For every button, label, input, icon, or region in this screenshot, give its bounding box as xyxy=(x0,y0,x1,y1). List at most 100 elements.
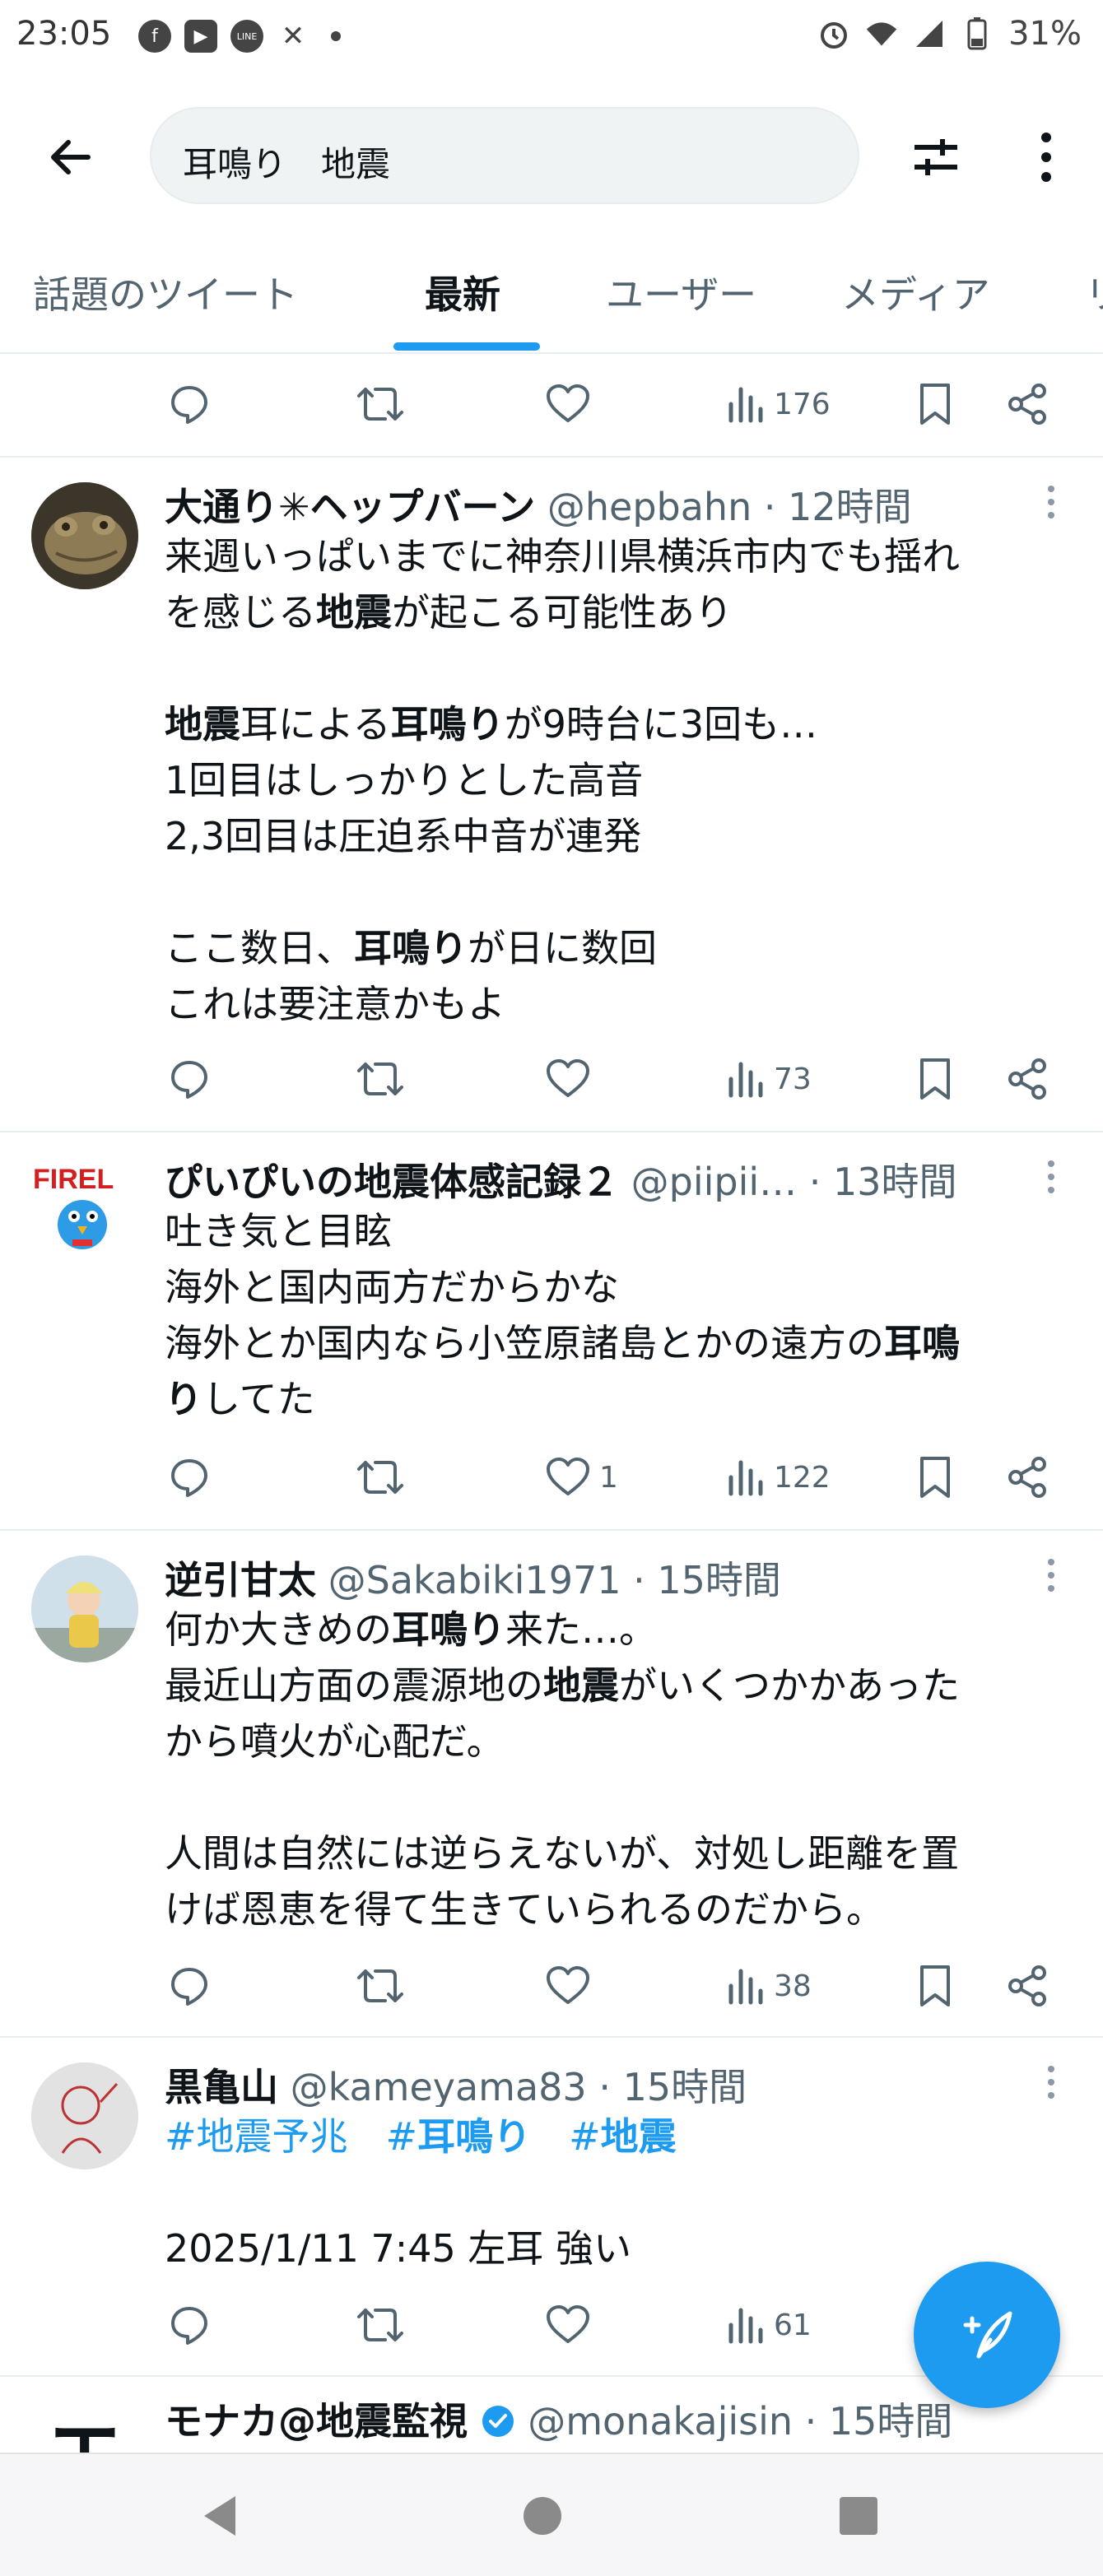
search-tabs: 話題のツイート 最新 ユーザー メディア リ xyxy=(0,247,1103,354)
reply-button[interactable] xyxy=(168,1440,211,1514)
author-name[interactable]: モナカ@地震監視 xyxy=(165,2399,468,2441)
tweet-text-segment: 2,3回目は圧迫系中音が連発 xyxy=(165,814,642,858)
hashtag-link[interactable]: 耳鳴り xyxy=(417,2114,531,2159)
share-button[interactable] xyxy=(1006,1042,1049,1116)
views-count: 38 xyxy=(774,1969,812,2003)
share-button[interactable] xyxy=(1006,367,1049,441)
hashtag-link[interactable]: # xyxy=(569,2114,601,2159)
avatar[interactable]: FIREL xyxy=(31,1157,138,1264)
hashtag-link[interactable]: #地震予兆 xyxy=(165,2114,348,2159)
views-button[interactable]: 73 xyxy=(728,1042,812,1116)
tab-top[interactable]: 話題のツイート xyxy=(33,265,298,319)
tweet-menu-button[interactable] xyxy=(1039,1152,1063,1202)
tweet-text-line: 2,3回目は圧迫系中音が連発 xyxy=(165,808,1070,864)
views-button[interactable]: 38 xyxy=(728,1949,812,2023)
avatar[interactable] xyxy=(31,2062,138,2169)
nav-back-button[interactable] xyxy=(183,2479,257,2553)
like-button[interactable]: 1 xyxy=(545,1440,618,1514)
reply-button[interactable] xyxy=(168,1949,211,2023)
highlighted-keyword: 地震 xyxy=(165,702,240,746)
retweet-button[interactable] xyxy=(356,2288,405,2362)
reply-icon xyxy=(171,1968,207,2006)
retweet-button[interactable] xyxy=(356,1440,405,1514)
nav-home-button[interactable] xyxy=(505,2479,579,2553)
author-handle[interactable]: @monakajisin · 15時間 xyxy=(528,2399,952,2441)
views-button[interactable]: 61 xyxy=(728,2288,812,2362)
author-handle[interactable]: @kameyama83 · 15時間 xyxy=(291,2065,747,2107)
author-handle[interactable]: @piipii… · 13時間 xyxy=(631,1160,957,1202)
back-button[interactable] xyxy=(33,120,107,194)
more-options-button[interactable] xyxy=(1009,120,1083,194)
bookmark-button[interactable] xyxy=(917,1949,953,2023)
retweet-button[interactable] xyxy=(356,1042,405,1116)
wifi-icon xyxy=(866,22,897,46)
views-button[interactable]: 176 xyxy=(728,367,831,441)
tab-users[interactable]: ユーザー xyxy=(606,265,756,319)
tweet-text: 吐き気と目眩 海外と国内両方だからかな 海外とか国内なら小笠原諸島とかの遠方の耳鳴り… xyxy=(165,1203,1070,1427)
author-handle[interactable]: @Sakabiki1971 · 15時間 xyxy=(328,1558,781,1600)
hashtag-link[interactable]: 地震 xyxy=(601,2114,677,2159)
search-filter-button[interactable] xyxy=(899,120,973,194)
tab-lists[interactable]: リ xyxy=(1085,265,1103,319)
views-button[interactable]: 122 xyxy=(728,1440,831,1514)
retweet-button[interactable] xyxy=(356,1949,405,2023)
nav-recents-button[interactable] xyxy=(821,2479,896,2553)
tweet-text-segment: 吐き気と目眩 xyxy=(165,1209,392,1253)
retweet-icon xyxy=(357,388,403,421)
retweet-button[interactable] xyxy=(356,367,405,441)
highlighted-keyword: 耳鳴り xyxy=(392,1607,505,1652)
x-icon: ✕ xyxy=(281,20,305,53)
tweet-menu-button[interactable] xyxy=(1039,2058,1063,2107)
hashtag-link[interactable]: # xyxy=(386,2114,418,2159)
like-button[interactable] xyxy=(545,367,591,441)
share-button[interactable] xyxy=(1006,1440,1049,1514)
tweet-actions: 176 xyxy=(0,367,1103,441)
author-name[interactable]: 逆引甘太 xyxy=(165,1558,316,1600)
tweet-text-segment: から噴火が心配だ。 xyxy=(165,1719,505,1764)
tweet-text-segment: が起こる可能性あり xyxy=(392,590,733,635)
avatar[interactable]: エ xyxy=(31,2402,138,2453)
reply-button[interactable] xyxy=(168,367,211,441)
avatar[interactable] xyxy=(31,1555,138,1662)
reply-button[interactable] xyxy=(168,1042,211,1116)
tweet-text-line: 2025/1/11 7:45 左耳 強い xyxy=(165,2220,1070,2276)
tweet[interactable]: FIREL ぴいぴいの地震体感記録２ @piipii… · 13時間 吐き気と目… xyxy=(0,1132,1103,1531)
reply-button[interactable] xyxy=(168,2288,211,2362)
author-handle[interactable]: @hepbahn · 12時間 xyxy=(547,485,912,527)
avatar[interactable] xyxy=(31,482,138,589)
tweet-text-segment: が9時台に3回も… xyxy=(504,702,818,746)
tweet-text: #地震予兆 #耳鳴り #地震 2025/1/11 7:45 左耳 強い xyxy=(165,2109,1070,2276)
tab-latest[interactable]: 最新 xyxy=(425,265,500,319)
verified-icon xyxy=(482,2406,514,2437)
share-icon xyxy=(1008,1058,1046,1100)
like-icon xyxy=(547,384,589,422)
compose-button[interactable] xyxy=(914,2262,1060,2408)
author-name[interactable]: 大通り✳ヘップバーン xyxy=(165,485,535,527)
tweet-text-segment: 海外とか国内なら小笠原諸島とかの遠方の xyxy=(165,1321,884,1365)
tweet-menu-button[interactable] xyxy=(1039,1551,1063,1600)
like-button[interactable] xyxy=(545,1949,599,2023)
tab-media[interactable]: メディア xyxy=(841,265,990,319)
bookmark-button[interactable] xyxy=(917,1440,953,1514)
retweet-icon xyxy=(357,1461,403,1494)
like-button[interactable] xyxy=(545,1042,599,1116)
tweet-header: 逆引甘太 @Sakabiki1971 · 15時間 xyxy=(165,1551,1054,1600)
like-button[interactable] xyxy=(545,2288,599,2362)
views-count: 73 xyxy=(774,1062,812,1096)
search-input[interactable]: 耳鳴り 地震 xyxy=(150,107,859,204)
avatar-text: FIREL xyxy=(33,1164,114,1195)
share-button[interactable] xyxy=(1006,1949,1049,2023)
tweet[interactable]: 逆引甘太 @Sakabiki1971 · 15時間 何か大きめの耳鳴り来た…。最… xyxy=(0,1531,1103,2038)
notification-icons: f ▶ LINE ✕ xyxy=(138,20,341,53)
bookmark-button[interactable] xyxy=(917,1042,953,1116)
highlighted-keyword: 地震 xyxy=(316,590,392,635)
tweet[interactable]: 大通り✳ヘップバーン @hepbahn · 12時間 来週いっぱいまでに神奈川県… xyxy=(0,458,1103,1132)
tweet-menu-button[interactable] xyxy=(1039,477,1063,527)
tweet-text-line: りしてた xyxy=(165,1371,1070,1427)
author-name[interactable]: 黒亀山 xyxy=(165,2065,278,2107)
author-name[interactable]: ぴいぴいの地震体感記録２ xyxy=(165,1160,619,1202)
tweet-text-line: ここ数日、耳鳴りが日に数回 xyxy=(165,920,1070,976)
bookmark-button[interactable] xyxy=(917,367,953,441)
views-icon xyxy=(728,1969,763,2005)
